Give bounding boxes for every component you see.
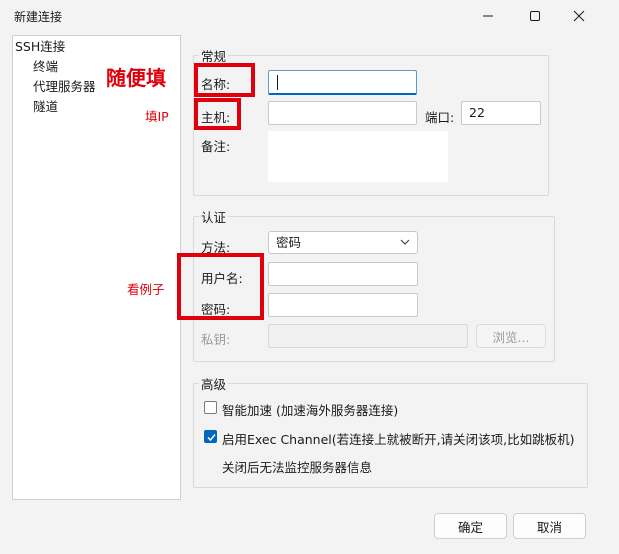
name-input[interactable]: [268, 70, 417, 95]
maximize-button[interactable]: [512, 2, 558, 30]
category-tree: SSH连接 终端 代理服务器 隧道: [12, 35, 181, 500]
password-input[interactable]: [268, 293, 418, 317]
annotation-host-hint: 填IP: [145, 109, 169, 124]
maximize-icon: [530, 11, 540, 21]
text-caret: [277, 75, 278, 90]
exec-channel-checkbox[interactable]: [204, 430, 217, 443]
minimize-icon: [483, 15, 493, 17]
checkmark-icon: [207, 434, 216, 442]
auth-legend: 认证: [201, 210, 227, 225]
exec-channel-label: 启用Exec Channel(若连接上就被断开,请关闭该项,比如跳板机): [222, 432, 575, 447]
method-select[interactable]: 密码: [268, 231, 418, 254]
close-button[interactable]: [556, 2, 602, 30]
tree-item-proxy[interactable]: 代理服务器: [33, 78, 96, 96]
note-label: 备注:: [201, 139, 231, 154]
window-title: 新建连接: [14, 10, 63, 24]
annotation-box-credentials: [177, 253, 264, 320]
accel-checkbox[interactable]: [204, 401, 217, 414]
annotation-box-name: [194, 63, 255, 97]
tree-item-tunnel[interactable]: 隧道: [33, 98, 58, 116]
minimize-button[interactable]: [465, 2, 511, 30]
advanced-legend: 高级: [201, 377, 227, 392]
host-input[interactable]: [268, 101, 417, 125]
annotation-name-hint: 随便填: [106, 66, 166, 90]
browse-button[interactable]: 浏览...: [476, 324, 546, 348]
annotation-box-host: [194, 98, 241, 130]
chevron-down-icon: [400, 239, 410, 245]
private-key-label: 私钥:: [201, 332, 231, 347]
note-textarea[interactable]: [268, 131, 448, 182]
ok-button[interactable]: 确定: [434, 513, 507, 539]
port-label: 端口:: [425, 110, 455, 125]
annotation-credentials-hint: 看例子: [127, 282, 165, 297]
close-icon: [573, 10, 585, 22]
exec-channel-note: 关闭后无法监控服务器信息: [222, 460, 373, 475]
username-input[interactable]: [268, 262, 418, 286]
method-value: 密码: [276, 235, 302, 250]
tree-item-terminal[interactable]: 终端: [33, 58, 58, 76]
private-key-input[interactable]: [268, 324, 468, 348]
tree-item-ssh[interactable]: SSH连接: [15, 38, 65, 56]
accel-label: 智能加速 (加速海外服务器连接): [222, 403, 399, 418]
cancel-button[interactable]: 取消: [513, 513, 586, 539]
port-input[interactable]: 22: [461, 101, 541, 125]
